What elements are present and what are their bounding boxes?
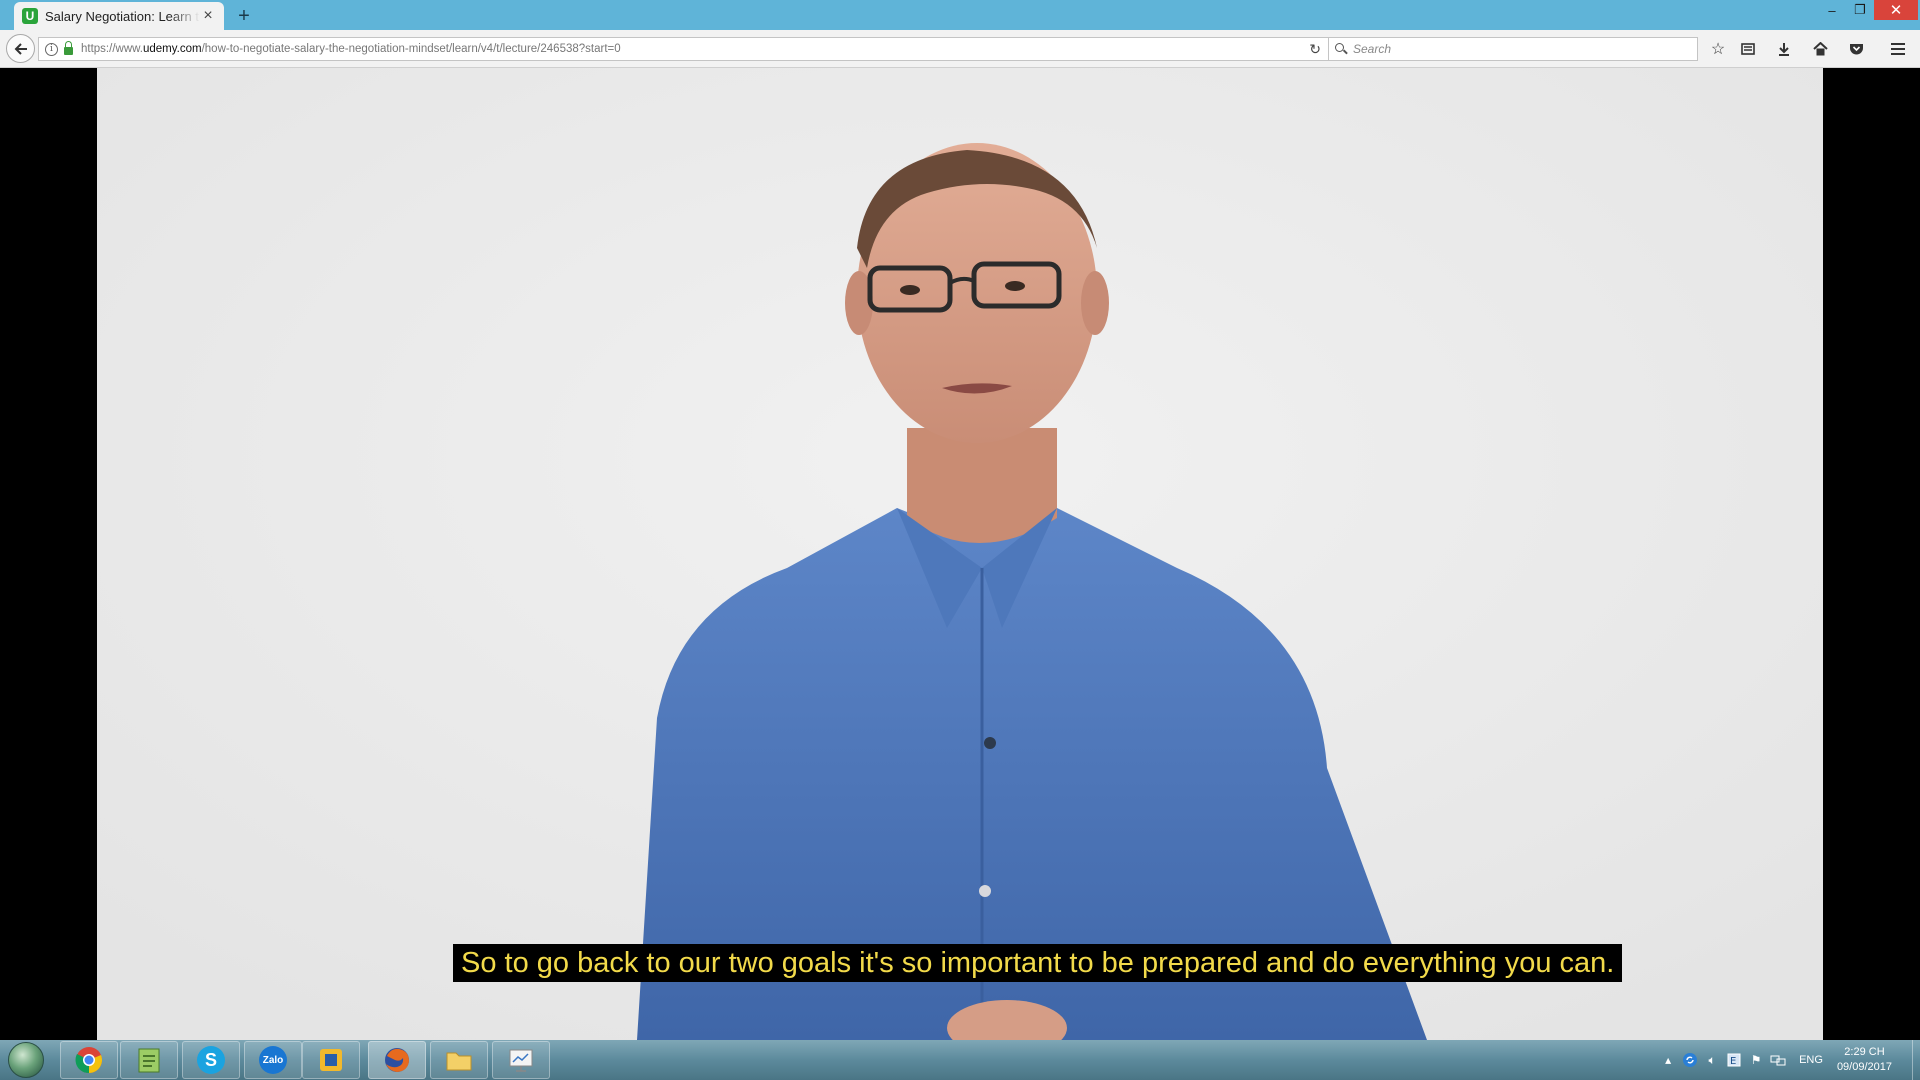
svg-text:E: E [1730,1056,1736,1067]
udemy-favicon-icon: U [22,8,38,24]
search-placeholder: Search [1353,42,1392,56]
skype-icon: S [197,1046,225,1074]
menu-icon[interactable] [1886,38,1910,60]
restore-button[interactable]: ❐ [1846,0,1874,20]
active-tab[interactable]: U Salary Negotiation: Learn the × [14,2,224,30]
bookmark-star-icon[interactable]: ☆ [1706,38,1730,60]
page-content: So to go back to our two goals it's so i… [0,68,1920,1040]
skype-taskbar-button[interactable]: S [182,1041,240,1079]
zalo-icon: Zalo [259,1046,287,1074]
outlook-icon [320,1049,342,1071]
sync-icon[interactable] [1681,1051,1699,1069]
input-method-icon[interactable]: E [1725,1051,1743,1069]
notepad-icon [138,1048,160,1073]
chrome-icon [75,1047,102,1074]
pocket-icon[interactable] [1844,38,1868,60]
clock-date: 09/09/2017 [1836,1061,1892,1073]
start-button[interactable] [8,1042,44,1078]
firefox-icon [385,1048,409,1072]
download-icon[interactable] [1772,38,1796,60]
url-text[interactable]: https://www.udemy.com/how-to-negotiate-s… [81,43,621,55]
zalo-taskbar-button[interactable]: Zalo [244,1041,302,1079]
show-desktop-button[interactable] [1912,1040,1920,1080]
back-arrow-icon [14,42,27,55]
network-icon[interactable] [1769,1051,1787,1069]
search-icon [1335,43,1347,55]
new-tab-button[interactable]: + [232,4,256,28]
firefox-taskbar-button[interactable] [368,1041,426,1079]
language-indicator[interactable]: ENG [1799,1054,1823,1066]
url-bar[interactable]: i https://www.udemy.com/how-to-negotiate… [38,37,1330,61]
url-prefix: https://www. [81,43,143,55]
close-window-button[interactable]: ✕ [1874,0,1918,20]
search-bar[interactable]: Search [1328,37,1698,61]
tab-close-icon[interactable]: × [200,7,216,24]
tab-title: Salary Negotiation: Learn the [45,8,200,24]
volume-icon[interactable]: 🔈︎ [1703,1051,1721,1069]
system-tray: ▴ 🔈︎ E ⚑ ENG 2:29 CH 09/09/2017 [1657,1040,1920,1080]
reload-icon[interactable]: ↻ [1309,41,1321,58]
notepad-taskbar-button[interactable] [120,1041,178,1079]
reading-list-icon[interactable] [1736,38,1760,60]
show-hidden-icons-icon[interactable]: ▴ [1659,1051,1677,1069]
browser-titlebar: U Salary Negotiation: Learn the × + – ❐ … [0,0,1920,30]
minimize-button[interactable]: – [1818,0,1846,20]
url-path: /how-to-negotiate-salary-the-negotiation… [201,43,621,55]
outlook-taskbar-button[interactable] [302,1041,360,1079]
home-icon[interactable] [1808,38,1832,60]
presenter-image [97,68,1823,1040]
presentation-icon [509,1049,533,1072]
lecture-video[interactable]: So to go back to our two goals it's so i… [97,68,1823,1040]
site-info-icon[interactable]: i [45,42,58,56]
back-button[interactable] [6,34,35,63]
chrome-taskbar-button[interactable] [60,1041,118,1079]
secure-lock-icon [64,41,73,55]
folder-icon [446,1052,472,1071]
clock[interactable]: 2:29 CH 09/09/2017 [1837,1045,1892,1075]
windows-taskbar: S Zalo ▴ 🔈︎ E ⚑ ENG 2:29 CH 09/09/2017 [0,1040,1920,1080]
clock-time: 2:29 CH [1844,1046,1885,1058]
presentation-taskbar-button[interactable] [492,1041,550,1079]
file-explorer-taskbar-button[interactable] [430,1041,488,1079]
url-domain: udemy.com [143,43,202,55]
action-center-flag-icon[interactable]: ⚑ [1747,1051,1765,1069]
video-subtitle: So to go back to our two goals it's so i… [453,944,1623,982]
navigation-bar: i https://www.udemy.com/how-to-negotiate… [0,30,1920,68]
